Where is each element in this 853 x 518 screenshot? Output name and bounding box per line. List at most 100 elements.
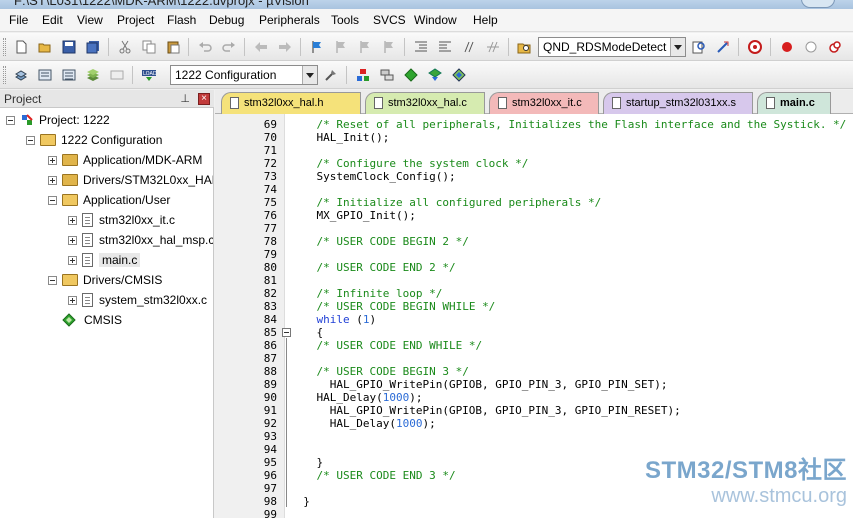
code-line[interactable]: 79 — [215, 248, 853, 261]
tree-item-folder[interactable]: Drivers/CMSIS — [48, 270, 162, 290]
tree-item-file[interactable]: main.c — [68, 250, 141, 270]
expand-icon[interactable] — [48, 155, 57, 165]
expand-icon[interactable] — [48, 175, 57, 185]
redo-icon[interactable] — [220, 38, 238, 56]
new-file-icon[interactable] — [12, 38, 30, 56]
collapse-icon[interactable] — [26, 135, 35, 145]
tab-stm32l0xx-hal-c[interactable]: stm32l0xx_hal.c — [365, 92, 485, 114]
code-line[interactable]: 72 /* Configure the system clock */ — [215, 157, 853, 170]
find-symbol-icon[interactable] — [714, 38, 732, 56]
menu-file[interactable]: File — [9, 13, 28, 27]
bookmark-icon[interactable] — [308, 38, 326, 56]
close-icon[interactable]: × — [198, 93, 210, 105]
find-in-files-icon[interactable] — [515, 38, 533, 56]
chevron-down-icon[interactable] — [302, 66, 317, 84]
collapse-icon[interactable] — [48, 275, 57, 285]
unindent-icon[interactable] — [436, 38, 454, 56]
manage-project-items-icon[interactable] — [354, 66, 372, 84]
find-combo[interactable]: QND_RDSModeDetect — [538, 37, 686, 57]
collapse-icon[interactable] — [48, 195, 57, 205]
code-line[interactable]: 99 — [215, 508, 853, 518]
code-line[interactable]: 71 — [215, 144, 853, 157]
software-components-icon[interactable] — [450, 66, 468, 84]
code-line[interactable]: 82 /* Infinite loop */ — [215, 287, 853, 300]
code-line[interactable]: 74 — [215, 183, 853, 196]
tab-stm32l0xx-hal-h[interactable]: stm32l0xx_hal.h — [221, 92, 361, 114]
tree-item-component[interactable]: CMSIS — [62, 310, 122, 330]
start-debug-icon[interactable] — [746, 38, 764, 56]
menu-tools[interactable]: Tools — [331, 13, 359, 27]
expand-icon[interactable] — [68, 215, 77, 225]
select-packs-icon[interactable] — [378, 66, 396, 84]
code-line[interactable]: 73 SystemClock_Config(); — [215, 170, 853, 183]
save-icon[interactable] — [60, 38, 78, 56]
code-line[interactable]: 76 MX_GPIO_Init(); — [215, 209, 853, 222]
code-line[interactable]: 92 HAL_Delay(1000); — [215, 417, 853, 430]
menu-edit[interactable]: Edit — [42, 13, 63, 27]
menu-svcs[interactable]: SVCS — [373, 13, 406, 27]
code-line[interactable]: 90 HAL_Delay(1000); — [215, 391, 853, 404]
tab-startup-stm32l031xx-s[interactable]: startup_stm32l031xx.s — [603, 92, 753, 114]
pin-icon[interactable]: ⊥ — [180, 90, 190, 108]
download-icon[interactable]: LOAD — [140, 66, 158, 84]
navigate-forward-icon[interactable] — [276, 38, 294, 56]
menu-view[interactable]: View — [77, 13, 103, 27]
tab-main-c[interactable]: main.c — [757, 92, 831, 114]
collapse-icon[interactable] — [6, 115, 15, 125]
code-line[interactable]: 85 { — [215, 326, 853, 339]
code-line[interactable]: 88 /* USER CODE BEGIN 3 */ — [215, 365, 853, 378]
code-line[interactable]: 87 — [215, 352, 853, 365]
code-line[interactable]: 89 HAL_GPIO_WritePin(GPIOB, GPIO_PIN_3, … — [215, 378, 853, 391]
menu-debug[interactable]: Debug — [209, 13, 244, 27]
code-line[interactable]: 91 HAL_GPIO_WritePin(GPIOB, GPIO_PIN_3, … — [215, 404, 853, 417]
rebuild-icon[interactable] — [60, 66, 78, 84]
enable-breakpoint-icon[interactable] — [802, 38, 820, 56]
code-line[interactable]: 75 /* Initialize all configured peripher… — [215, 196, 853, 209]
tree-item-folder[interactable]: Drivers/STM32L0xx_HAL_Driver — [48, 170, 213, 190]
paste-icon[interactable] — [164, 38, 182, 56]
menu-peripherals[interactable]: Peripherals — [259, 13, 320, 27]
open-folder-icon[interactable] — [36, 38, 54, 56]
copy-icon[interactable] — [140, 38, 158, 56]
code-line[interactable]: 86 /* USER CODE END WHILE */ — [215, 339, 853, 352]
menu-window[interactable]: Window — [414, 13, 457, 27]
code-line[interactable]: 69 /* Reset of all peripherals, Initiali… — [215, 118, 853, 131]
tree-item-folder[interactable]: Application/MDK-ARM — [48, 150, 202, 170]
tree-item-file[interactable]: system_stm32l0xx.c — [68, 290, 207, 310]
target-combo[interactable]: 1222 Configuration — [170, 65, 318, 85]
toolbar-grip[interactable] — [3, 38, 6, 56]
next-bookmark-icon[interactable] — [356, 38, 374, 56]
code-line[interactable]: 80 /* USER CODE END 2 */ — [215, 261, 853, 274]
uncomment-icon[interactable] — [484, 38, 502, 56]
tree-item-configuration[interactable]: 1222 Configuration — [26, 130, 162, 150]
stop-build-icon[interactable] — [108, 66, 126, 84]
tree-item-project[interactable]: Project: 1222 — [6, 110, 110, 130]
batch-build-icon[interactable] — [84, 66, 102, 84]
kill-breakpoints-icon[interactable] — [826, 38, 844, 56]
tree-item-file[interactable]: stm32l0xx_it.c — [68, 210, 175, 230]
manage-run-time-icon[interactable] — [402, 66, 420, 84]
clear-bookmarks-icon[interactable] — [380, 38, 398, 56]
menu-help[interactable]: Help — [473, 13, 498, 27]
undo-icon[interactable] — [196, 38, 214, 56]
window-control-button[interactable] — [801, 0, 835, 8]
comment-icon[interactable] — [460, 38, 478, 56]
menu-flash[interactable]: Flash — [167, 13, 196, 27]
code-line[interactable]: 83 /* USER CODE BEGIN WHILE */ — [215, 300, 853, 313]
save-all-icon[interactable] — [84, 38, 102, 56]
navigate-back-icon[interactable] — [252, 38, 270, 56]
translate-icon[interactable] — [12, 66, 30, 84]
tree-item-folder[interactable]: Application/User — [48, 190, 170, 210]
previous-bookmark-icon[interactable] — [332, 38, 350, 56]
toolbar-grip[interactable] — [3, 66, 6, 84]
cut-icon[interactable] — [116, 38, 134, 56]
code-line[interactable]: 93 — [215, 430, 853, 443]
indent-icon[interactable] — [412, 38, 430, 56]
pack-installer-icon[interactable] — [426, 66, 444, 84]
code-line[interactable]: 84 while (1) — [215, 313, 853, 326]
code-line[interactable]: 78 /* USER CODE BEGIN 2 */ — [215, 235, 853, 248]
tab-stm32l0xx-it-c[interactable]: stm32l0xx_it.c — [489, 92, 599, 114]
target-options-icon[interactable] — [322, 66, 340, 84]
expand-icon[interactable] — [68, 235, 77, 245]
build-icon[interactable] — [36, 66, 54, 84]
